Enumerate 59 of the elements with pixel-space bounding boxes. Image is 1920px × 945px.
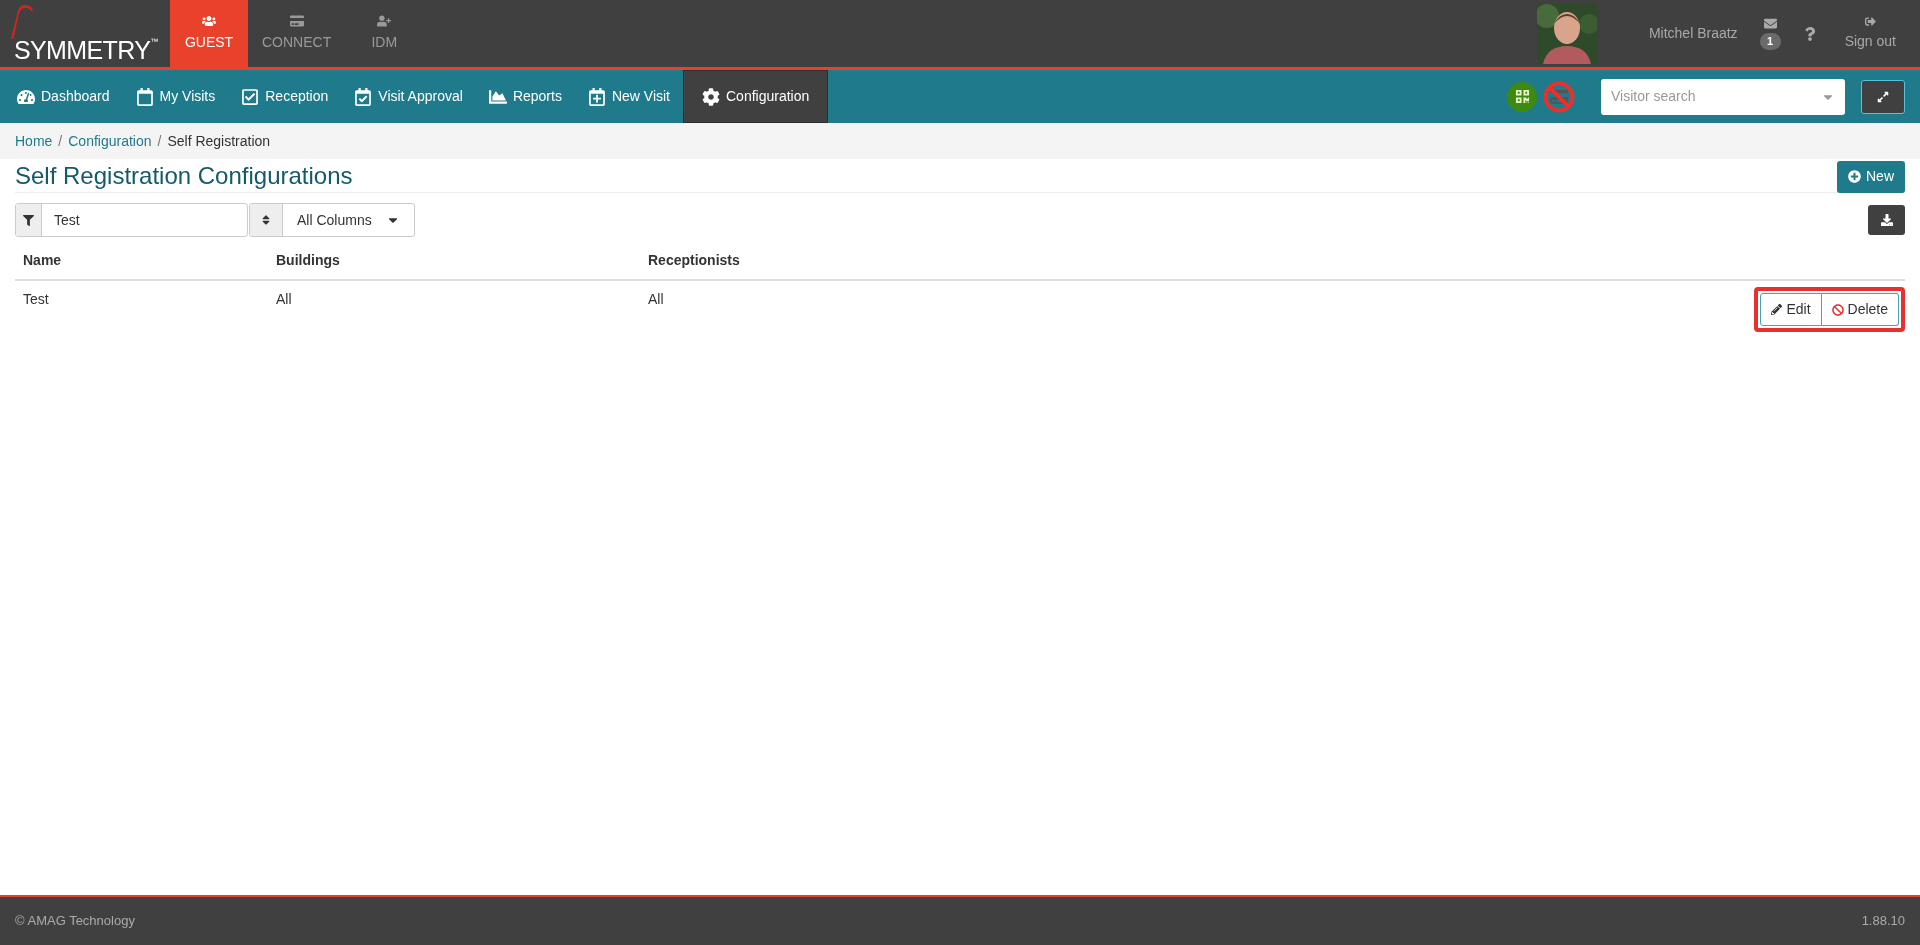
version-text: 1.88.10 xyxy=(1861,912,1905,931)
nav-tab[interactable]: Configuration xyxy=(683,70,829,123)
card-icon xyxy=(289,14,304,28)
table-cell: All xyxy=(276,291,292,307)
settings-icon xyxy=(702,87,720,106)
new-button[interactable]: New xyxy=(1837,160,1905,193)
visitor-search-field[interactable]: Visitor search xyxy=(1601,78,1845,115)
module-tab[interactable]: IDM xyxy=(345,0,424,67)
sign-out-icon xyxy=(1864,15,1876,27)
nav-tab[interactable]: New Visit xyxy=(574,70,683,123)
nav-tab[interactable]: Dashboard xyxy=(4,70,123,123)
column-header: Receptionists xyxy=(648,252,740,268)
export-button[interactable] xyxy=(1868,205,1905,235)
logo[interactable]: SYMMETRY™ xyxy=(0,0,170,67)
expand-button[interactable] xyxy=(1861,79,1905,114)
table-cell: All xyxy=(648,291,664,307)
breadcrumb-current: Self Registration xyxy=(167,131,271,151)
breadcrumb-link[interactable]: Home xyxy=(15,130,53,152)
nav-tab[interactable]: Reports xyxy=(475,70,575,123)
module-tab[interactable]: CONNECT xyxy=(248,0,346,67)
breadcrumb-separator: / xyxy=(58,131,63,151)
module-tab[interactable]: GUEST xyxy=(170,0,248,67)
column-select[interactable]: All Columns xyxy=(249,203,415,237)
breadcrumb-link[interactable]: Configuration xyxy=(68,130,152,152)
checkbox-icon xyxy=(241,87,260,106)
area-chart-icon xyxy=(488,87,507,106)
sign-out-button[interactable]: Sign out xyxy=(1838,15,1902,52)
page-title: Self Registration Configurations xyxy=(15,160,353,191)
calendar-check-icon xyxy=(354,87,373,106)
column-header: Buildings xyxy=(276,252,340,268)
column-header: Name xyxy=(23,252,62,268)
plus-icon xyxy=(1848,170,1861,183)
visitor-search-input[interactable]: Visitor search xyxy=(1611,86,1821,107)
nav-tab[interactable]: Visit Approval xyxy=(341,70,476,123)
qr-code-icon[interactable] xyxy=(1507,81,1537,112)
message-count: 1 xyxy=(1759,33,1781,50)
mail-icon xyxy=(1763,17,1777,30)
nav-tab[interactable]: Reception xyxy=(228,70,342,123)
nav-tab[interactable]: My Visits xyxy=(122,70,229,123)
pencil-icon xyxy=(1771,304,1783,315)
sort-icon xyxy=(260,214,272,226)
people-icon xyxy=(202,14,216,28)
expand-icon xyxy=(1877,90,1889,103)
messages-button[interactable]: 1 xyxy=(1759,17,1781,50)
add-user-icon xyxy=(377,14,392,28)
calendar-icon xyxy=(135,87,154,106)
copyright-text: © AMAG Technology xyxy=(15,912,135,931)
edit-button[interactable]: Edit xyxy=(1760,293,1822,326)
gauge-icon xyxy=(17,87,35,106)
calendar-plus-icon xyxy=(587,87,606,106)
breadcrumb-separator: / xyxy=(157,131,162,151)
download-icon xyxy=(1880,214,1893,226)
filter-field[interactable]: Test xyxy=(15,203,248,237)
table-cell: Test xyxy=(23,291,49,307)
ban-icon xyxy=(1831,303,1844,316)
filter-input[interactable]: Test xyxy=(42,204,247,236)
delete-button[interactable]: Delete xyxy=(1821,293,1899,326)
filter-icon xyxy=(23,214,34,226)
user-name[interactable]: Mitchel Braatz xyxy=(1648,23,1738,44)
